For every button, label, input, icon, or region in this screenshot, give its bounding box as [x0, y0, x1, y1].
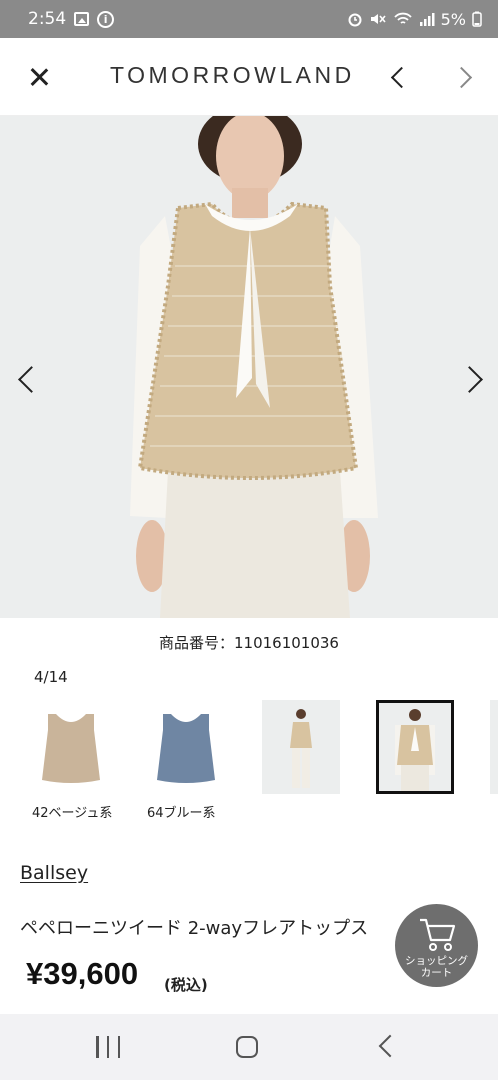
shopping-cart-button[interactable]: ショッピング カート — [395, 904, 478, 987]
status-time: 2:54 — [28, 9, 67, 29]
back-button[interactable] — [378, 1034, 402, 1058]
tax-included-note: (税込) — [164, 976, 208, 994]
info-icon: i — [97, 10, 115, 28]
app-header: TOMORROWLAND — [0, 38, 498, 116]
close-button[interactable] — [22, 60, 56, 94]
system-navigation-bar — [0, 1014, 498, 1080]
home-button[interactable] — [236, 1036, 258, 1058]
color-thumbnail-beige[interactable] — [32, 700, 110, 794]
model-full-body-image — [290, 709, 312, 788]
wifi-icon — [393, 12, 412, 24]
status-bar: 2:54 i 5% — [0, 0, 498, 38]
cart-icon — [420, 918, 456, 951]
model-vest-image — [395, 709, 435, 791]
carousel-prev-arrow[interactable] — [10, 360, 40, 400]
battery-level: 5% — [440, 9, 466, 29]
gallery-icon — [74, 12, 90, 26]
beige-vest-image — [42, 714, 100, 783]
alarm-icon — [348, 13, 362, 27]
signal-icon — [419, 13, 435, 26]
battery-icon — [472, 11, 482, 27]
recent-apps-button[interactable] — [96, 1036, 120, 1058]
image-thumbnail-5-partial[interactable] — [490, 700, 498, 794]
blue-vest-image — [157, 714, 215, 783]
cart-label-line1: ショッピング — [405, 955, 468, 967]
cart-label: ショッピング カート — [395, 955, 478, 979]
brand-link[interactable]: Ballsey — [20, 862, 88, 884]
next-product-button[interactable] — [450, 62, 480, 92]
product-name: ペペローニツイード 2-wayフレアトップス — [20, 918, 369, 939]
previous-product-button[interactable] — [384, 62, 414, 92]
carousel-next-arrow[interactable] — [460, 360, 490, 400]
cart-label-line2: カート — [420, 967, 453, 979]
image-thumbnail-3[interactable] — [262, 700, 340, 794]
product-price: ¥39,600 — [26, 956, 139, 991]
image-counter: 4/14 — [34, 668, 68, 686]
brand-logo[interactable]: TOMORROWLAND — [110, 62, 355, 89]
product-photo — [0, 116, 498, 618]
product-image-carousel[interactable] — [0, 116, 498, 618]
product-code: 商品番号：11016101036 — [159, 634, 339, 652]
mute-icon — [370, 14, 386, 24]
image-thumbnail-4-selected[interactable] — [376, 700, 454, 794]
color-thumbnail-blue[interactable] — [147, 700, 225, 794]
color-label-beige[interactable]: 42ベージュ系 — [32, 802, 112, 821]
color-label-blue[interactable]: 64ブルー系 — [147, 802, 216, 821]
